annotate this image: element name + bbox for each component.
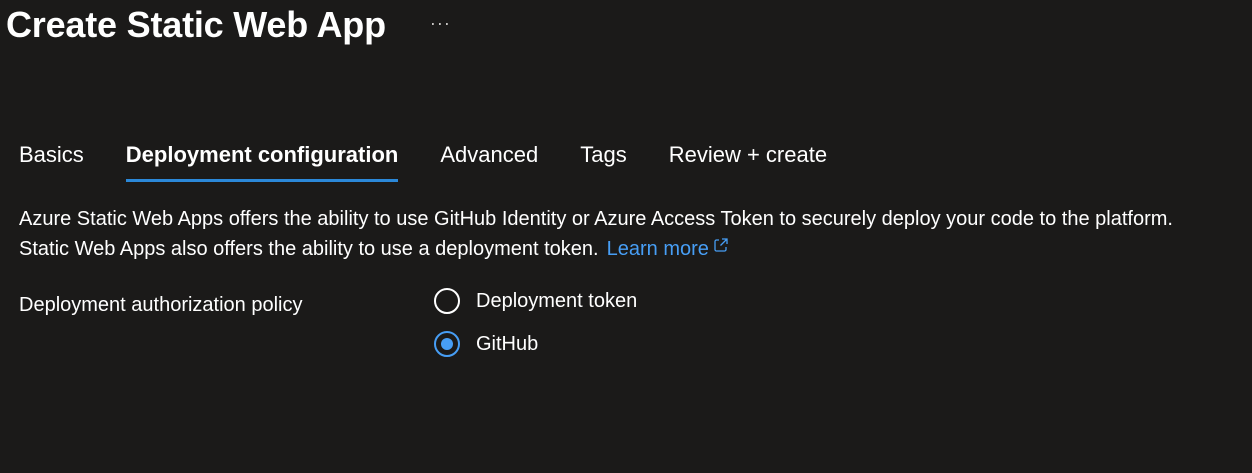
external-link-icon [714,238,728,252]
deployment-description: Azure Static Web Apps offers the ability… [19,204,1179,264]
tab-review-create[interactable]: Review + create [669,138,827,180]
title-row: Create Static Web App ··· [6,0,455,50]
learn-more-label: Learn more [606,238,709,260]
tab-deployment-configuration[interactable]: Deployment configuration [125,138,398,182]
tab-basics[interactable]: Basics [19,138,84,180]
learn-more-link[interactable]: Learn more [607,238,729,260]
page-title: Create Static Web App [6,4,386,45]
radio-dot [441,338,453,350]
tab-tags[interactable]: Tags [580,138,626,180]
tab-bar: Basics Deployment configuration Advanced… [19,138,869,184]
more-options-button[interactable]: ··· [426,12,455,34]
radio-label-github: GitHub [476,332,539,355]
create-static-web-app-page: Create Static Web App ··· Basics Deploym… [0,0,1252,473]
deployment-authorization-policy-radio-group: Deployment token GitHub [434,284,637,370]
description-text: Azure Static Web Apps offers the ability… [19,208,1173,260]
radio-checked-icon[interactable] [434,331,460,357]
radio-unchecked-icon[interactable] [434,288,460,314]
radio-option-deployment-token[interactable]: Deployment token [434,284,637,318]
radio-label-deployment-token: Deployment token [476,289,638,312]
tab-advanced[interactable]: Advanced [440,138,538,180]
deployment-authorization-policy-label: Deployment authorization policy [19,294,303,316]
radio-option-github[interactable]: GitHub [434,327,637,361]
